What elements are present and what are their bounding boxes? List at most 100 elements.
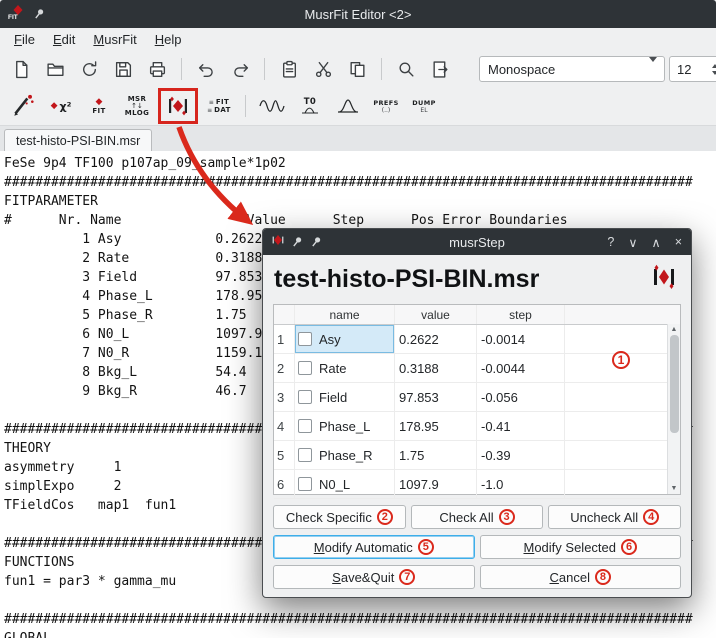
modify-automatic-button[interactable]: Modify Automatic 5: [273, 535, 475, 559]
close-button[interactable]: ×: [675, 235, 682, 250]
value-cell[interactable]: 0.3188: [395, 354, 477, 382]
table-row: 6 N0_L 1097.9 -1.0: [274, 470, 680, 499]
annotation-8: 8: [595, 569, 611, 585]
paste-icon[interactable]: [274, 54, 304, 84]
table-row: 1 Asy 0.2622 -0.0014: [274, 325, 680, 354]
scroll-up-icon[interactable]: ▲: [671, 326, 678, 333]
button-label: ancel: [559, 570, 590, 585]
menu-help[interactable]: Help: [146, 30, 191, 49]
param-name: Phase_R: [319, 448, 372, 463]
parameter-table: name value step 1 Asy 0.2622 -0.0014 2 R…: [273, 304, 681, 495]
table-header-row: name value step: [274, 305, 680, 325]
menu-file[interactable]: File: [5, 30, 44, 49]
check-specific-button[interactable]: Check Specific 2: [273, 505, 406, 529]
value-cell[interactable]: 1.75: [395, 441, 477, 469]
row-checkbox[interactable]: [298, 390, 312, 404]
row-checkbox[interactable]: [298, 332, 312, 346]
button-label: odify Selected: [534, 540, 616, 555]
menu-musrfit-mnemonic: M: [93, 32, 104, 47]
column-header-name[interactable]: name: [295, 305, 395, 324]
dialog-heading-row: test-histo-PSI-BIN.msr: [263, 255, 691, 300]
bars-glyph: ≡: [207, 107, 212, 114]
font-size-stepper[interactable]: 12: [669, 56, 716, 82]
name-cell[interactable]: Rate: [295, 354, 394, 382]
dialog-titlebar[interactable]: musrStep ? ∨ ∧ ×: [263, 229, 691, 255]
dump-label: DUMP: [412, 99, 436, 107]
row-checkbox[interactable]: [298, 448, 312, 462]
step-cell[interactable]: -0.0014: [477, 325, 565, 353]
step-cell[interactable]: -1.0: [477, 470, 565, 498]
row-checkbox[interactable]: [298, 361, 312, 375]
diamond-glyph: ◆: [51, 102, 58, 111]
print-icon[interactable]: [142, 54, 172, 84]
menu-musrfit[interactable]: MusrFit: [84, 30, 145, 49]
copy-icon[interactable]: [342, 54, 372, 84]
new-document-icon[interactable]: [6, 54, 36, 84]
menu-help-label: elp: [164, 32, 181, 47]
font-family-select[interactable]: Monospace: [479, 56, 665, 82]
scroll-down-icon[interactable]: ▼: [671, 485, 678, 492]
uncheck-all-button[interactable]: Uncheck All 4: [548, 505, 681, 529]
param-name: Rate: [319, 361, 346, 376]
fit-icon[interactable]: ◆FIT: [82, 90, 116, 122]
name-cell[interactable]: N0_L: [295, 470, 394, 498]
row-number: 5: [274, 441, 295, 469]
name-cell[interactable]: Field: [295, 383, 394, 411]
dump-icon[interactable]: DUMPEL: [407, 90, 441, 122]
step-cell[interactable]: -0.41: [477, 412, 565, 440]
fourier-peak-icon[interactable]: [331, 90, 365, 122]
shade-down-button[interactable]: ∨: [628, 235, 637, 250]
open-folder-icon[interactable]: [40, 54, 70, 84]
check-all-button[interactable]: Check All 3: [411, 505, 544, 529]
column-header-step[interactable]: step: [477, 305, 565, 324]
menu-edit-mnemonic: E: [53, 32, 62, 47]
fit-dat-icon[interactable]: ≡FIT ≡DAT: [202, 90, 236, 122]
value-cell[interactable]: 178.95: [395, 412, 477, 440]
name-cell[interactable]: Phase_L: [295, 412, 394, 440]
msr-mlog-swap-icon[interactable]: MSR↑↓MLOG: [120, 90, 154, 122]
save-icon[interactable]: [108, 54, 138, 84]
step-cell[interactable]: -0.056: [477, 383, 565, 411]
shade-up-button[interactable]: ∧: [652, 235, 661, 250]
wave-plot-icon[interactable]: [255, 90, 289, 122]
stepper-arrows-icon[interactable]: [712, 64, 716, 75]
value-cell[interactable]: 0.2622: [395, 325, 477, 353]
help-button[interactable]: ?: [607, 235, 614, 250]
goto-line-icon[interactable]: [425, 54, 455, 84]
chi2-icon[interactable]: ◆χ²: [44, 90, 78, 122]
step-cell[interactable]: -0.39: [477, 441, 565, 469]
window-titlebar: FIT MusrFit Editor <2>: [0, 0, 716, 28]
value-cell[interactable]: 97.853: [395, 383, 477, 411]
modify-selected-button[interactable]: Modify Selected 6: [480, 535, 682, 559]
step-cell[interactable]: -0.0044: [477, 354, 565, 382]
tab-bar: test-histo-PSI-BIN.msr: [0, 126, 716, 153]
param-name: N0_L: [319, 477, 350, 492]
annotation-4: 4: [643, 509, 659, 525]
musrstep-icon[interactable]: [164, 92, 192, 120]
t0-icon[interactable]: T0: [293, 90, 327, 122]
row-checkbox[interactable]: [298, 419, 312, 433]
prefs-icon[interactable]: PREFS(..): [369, 90, 403, 122]
value-cell[interactable]: 1097.9: [395, 470, 477, 498]
bars-glyph: ≡: [209, 99, 214, 106]
reload-icon[interactable]: [74, 54, 104, 84]
save-quit-button[interactable]: Save&Quit 7: [273, 565, 475, 589]
scrollbar-thumb[interactable]: [670, 335, 679, 433]
wizard-pen-icon[interactable]: [6, 90, 40, 122]
row-checkbox[interactable]: [298, 477, 312, 491]
cut-icon[interactable]: [308, 54, 338, 84]
cancel-button[interactable]: Cancel 8: [480, 565, 682, 589]
name-cell[interactable]: Asy: [295, 325, 394, 353]
search-icon[interactable]: [391, 54, 421, 84]
column-header-value[interactable]: value: [395, 305, 477, 324]
menu-edit[interactable]: Edit: [44, 30, 84, 49]
vertical-scrollbar[interactable]: ▲ ▼: [667, 324, 680, 494]
menu-help-mnemonic: H: [155, 32, 164, 47]
window-title: MusrFit Editor <2>: [0, 7, 716, 22]
toolbar-separator: [264, 58, 265, 80]
tab-msr-file[interactable]: test-histo-PSI-BIN.msr: [4, 129, 152, 152]
button-label: Uncheck All: [570, 510, 638, 525]
name-cell[interactable]: Phase_R: [295, 441, 394, 469]
redo-icon[interactable]: [225, 54, 255, 84]
undo-icon[interactable]: [191, 54, 221, 84]
